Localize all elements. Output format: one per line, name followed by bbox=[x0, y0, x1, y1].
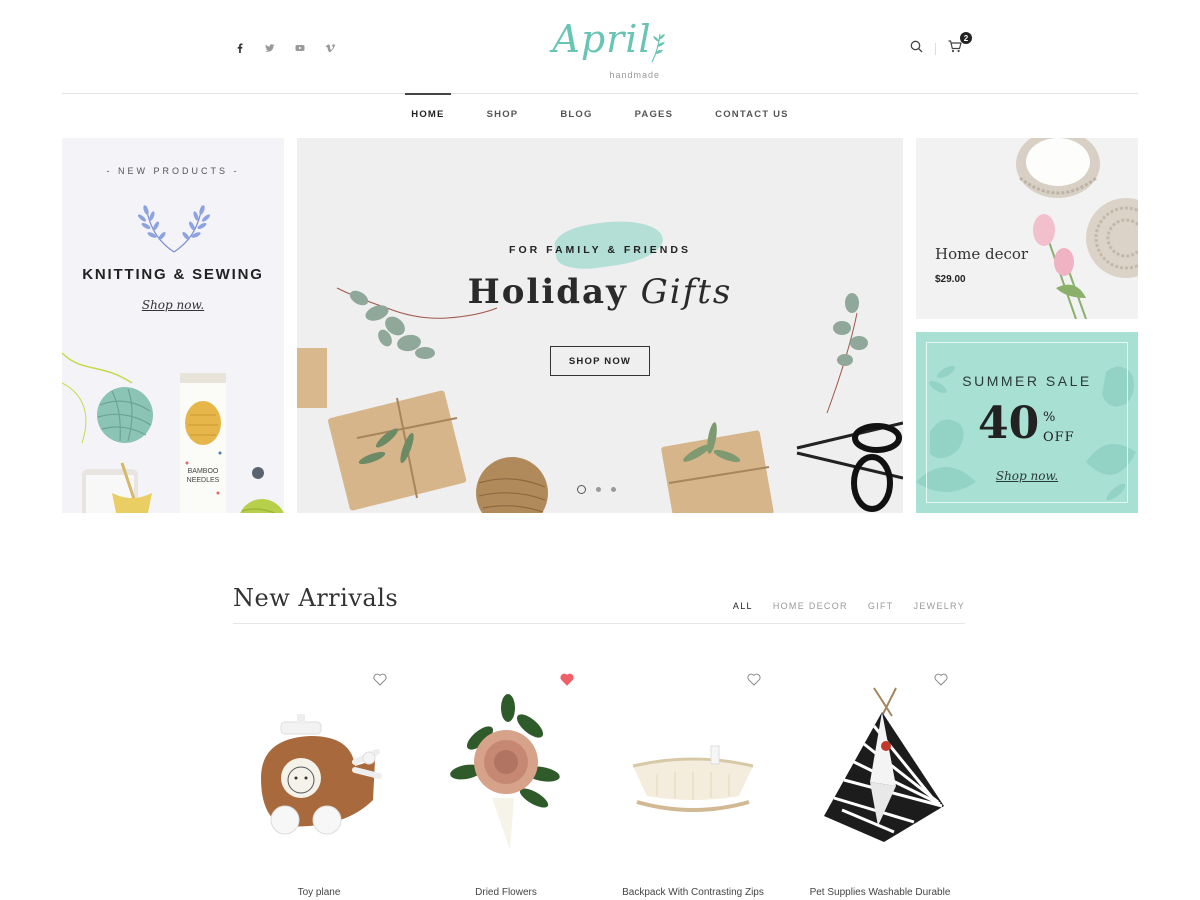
product-name[interactable]: Dried Flowers bbox=[420, 887, 592, 898]
filter-home-decor[interactable]: HOME DECOR bbox=[773, 601, 848, 611]
sale-percent-value: 40 bbox=[978, 398, 1040, 449]
product-name[interactable]: Pet Supplies Washable Durable bbox=[794, 887, 966, 898]
cart-count-badge: 2 bbox=[960, 32, 972, 44]
facebook-icon[interactable] bbox=[234, 42, 246, 54]
shop-now-link[interactable]: Shop now. bbox=[62, 298, 284, 312]
heart-icon[interactable] bbox=[373, 673, 387, 686]
product-card[interactable]: Backpack With Contrasting Zips bbox=[607, 668, 779, 900]
banner-price: $29.00 bbox=[935, 274, 966, 285]
svg-text:NEEDLES: NEEDLES bbox=[187, 477, 220, 484]
hero-kicker: FOR FAMILY & FRIENDS bbox=[509, 244, 691, 256]
social-links bbox=[234, 42, 336, 54]
nav-item-contact[interactable]: CONTACT US bbox=[694, 94, 810, 138]
twitter-icon[interactable] bbox=[264, 42, 276, 54]
nav-item-pages[interactable]: PAGES bbox=[614, 94, 695, 138]
leaf-icon bbox=[651, 33, 665, 63]
heart-icon[interactable] bbox=[560, 673, 574, 686]
hero-title: Holiday Gifts bbox=[297, 272, 903, 312]
product-card[interactable]: Toy plane bbox=[233, 668, 405, 900]
search-icon[interactable] bbox=[910, 40, 923, 58]
product-image[interactable] bbox=[430, 686, 582, 866]
nav-item-shop[interactable]: SHOP bbox=[466, 94, 540, 138]
heart-icon[interactable] bbox=[747, 673, 761, 686]
sale-off-label: OFF bbox=[1043, 430, 1075, 445]
product-image[interactable] bbox=[804, 686, 956, 866]
gifts-illustration bbox=[297, 287, 903, 513]
header-tools: 2 bbox=[910, 32, 972, 58]
sale-kicker: SUMMER SALE bbox=[962, 373, 1092, 389]
product-grid: Toy plane Dried Flowers Backpack With Co… bbox=[233, 668, 977, 900]
hero-title-bold: Holiday bbox=[467, 272, 628, 312]
vimeo-icon[interactable] bbox=[324, 42, 336, 54]
sale-percent-sign: % bbox=[1043, 410, 1056, 425]
nav-item-blog[interactable]: BLOG bbox=[539, 94, 613, 138]
filter-gift[interactable]: GIFT bbox=[868, 601, 894, 611]
slider-dot-1[interactable] bbox=[577, 485, 586, 494]
banner-title: Home decor bbox=[935, 245, 1029, 263]
filter-all[interactable]: ALL bbox=[733, 601, 753, 611]
site-logo[interactable]: April handmade bbox=[542, 12, 665, 86]
product-name[interactable]: Toy plane bbox=[233, 887, 405, 898]
tools-divider bbox=[935, 43, 936, 55]
filter-jewelry[interactable]: JEWELRY bbox=[914, 601, 965, 611]
svg-text:BAMBOO: BAMBOO bbox=[188, 468, 219, 475]
banner-kicker: - NEW PRODUCTS - bbox=[106, 166, 240, 176]
youtube-icon[interactable] bbox=[294, 42, 306, 54]
product-name[interactable]: Backpack With Contrasting Zips bbox=[607, 887, 779, 898]
product-image[interactable] bbox=[243, 686, 395, 866]
product-filters: ALL HOME DECOR GIFT JEWELRY bbox=[733, 601, 965, 611]
site-header: April handmade 2 bbox=[62, 0, 1138, 94]
wreath-icon bbox=[137, 205, 211, 253]
section-title: New Arrivals bbox=[233, 584, 399, 612]
knitting-illustration: BAMBOO NEEDLES bbox=[62, 352, 284, 513]
slider-dot-2[interactable] bbox=[596, 487, 601, 492]
slider-dots bbox=[577, 485, 616, 494]
banner-knitting[interactable]: - NEW PRODUCTS - KNITTING & SEWING Shop … bbox=[62, 138, 284, 513]
banner-summer-sale[interactable]: SUMMER SALE 40 % OFF Shop now. bbox=[916, 332, 1138, 513]
banner-home-decor[interactable]: Home decor $29.00 bbox=[916, 138, 1138, 319]
logo-subtitle: handmade bbox=[609, 70, 660, 80]
home-decor-illustration bbox=[1016, 138, 1138, 319]
heart-icon[interactable] bbox=[934, 673, 948, 686]
hero-title-italic: Gifts bbox=[640, 272, 733, 312]
product-image[interactable] bbox=[617, 686, 769, 866]
nav-item-home[interactable]: HOME bbox=[390, 93, 465, 138]
slider-dot-3[interactable] bbox=[611, 487, 616, 492]
logo-text: April bbox=[552, 17, 652, 61]
new-arrivals-header: New Arrivals ALL HOME DECOR GIFT JEWELRY bbox=[233, 580, 965, 624]
hero-slider: FOR FAMILY & FRIENDS Holiday Gifts SHOP … bbox=[297, 138, 903, 513]
product-card[interactable]: Dried Flowers bbox=[420, 668, 592, 900]
shop-now-button[interactable]: SHOP NOW bbox=[550, 346, 650, 376]
product-card[interactable]: Pet Supplies Washable Durable bbox=[794, 668, 966, 900]
cart-icon bbox=[948, 40, 962, 53]
cart-button[interactable]: 2 bbox=[948, 32, 972, 58]
banner-title: KNITTING & SEWING bbox=[82, 266, 264, 283]
shop-now-link[interactable]: Shop now. bbox=[916, 469, 1138, 483]
main-nav: HOME SHOP BLOG PAGES CONTACT US bbox=[0, 93, 1200, 138]
